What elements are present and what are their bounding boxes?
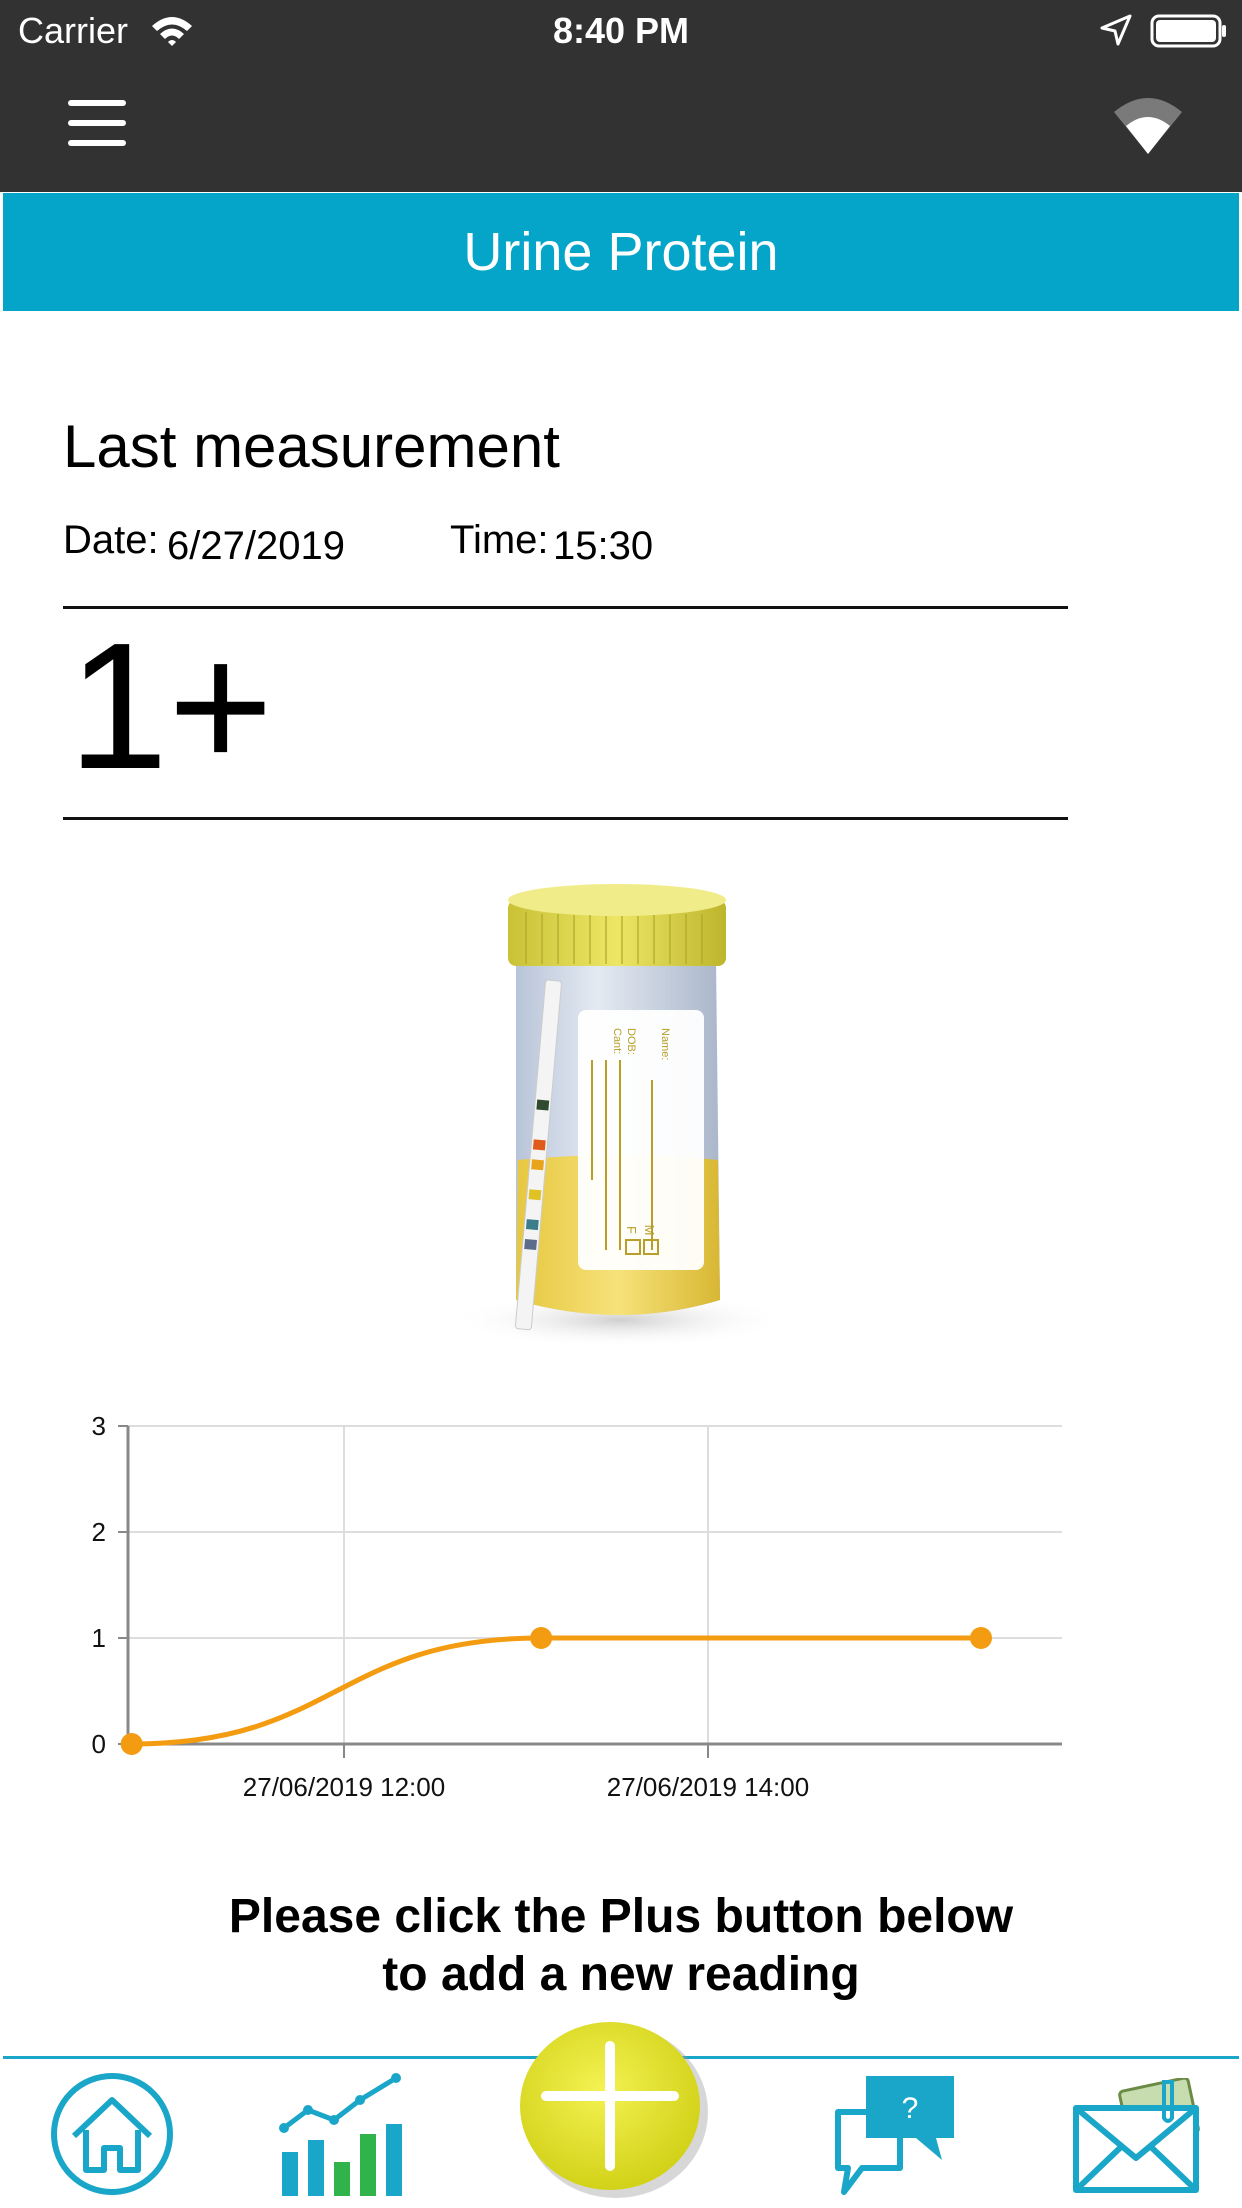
divider-bottom: [63, 817, 1068, 820]
jar-label-f: F: [624, 1226, 639, 1234]
time-value: 15:30: [553, 524, 654, 568]
jar-label-cant: Cant:: [611, 1028, 623, 1054]
jar-label-dob: DOB:: [625, 1028, 637, 1055]
protein-trend-chart: 0 1 2 3 27/06/2019 12:00 27/06/2019 14:00: [92, 1411, 1062, 1802]
home-icon[interactable]: [48, 2070, 176, 2198]
plus-icon[interactable]: [516, 2012, 708, 2204]
series-line: [131, 1635, 981, 1747]
y-tick-label: 0: [92, 1729, 106, 1759]
mail-icon[interactable]: [1072, 2076, 1208, 2194]
x-tick-label: 27/06/2019 12:00: [243, 1772, 445, 1802]
x-tick-label: 27/06/2019 14:00: [607, 1772, 809, 1802]
data-point: [530, 1627, 553, 1649]
time-label: Time:: [450, 518, 549, 562]
y-tick-label: 3: [92, 1411, 106, 1441]
battery-icon: [1150, 14, 1228, 53]
add-reading-prompt: Please click the Plus button below to ad…: [0, 1888, 1242, 2004]
signal-icon[interactable]: [1110, 92, 1186, 161]
date-value: 6/27/2019: [167, 524, 345, 568]
help-chat-icon[interactable]: ?: [830, 2072, 960, 2200]
last-measurement-heading: Last measurement: [63, 413, 560, 480]
hamburger-menu-icon[interactable]: [60, 100, 136, 156]
jar-label-m: M: [642, 1225, 657, 1236]
prompt-line-2: to add a new reading: [382, 1948, 860, 2001]
urine-sample-jar-illustration: Name: DOB: Cant: F M: [430, 860, 810, 1360]
add-reading-button[interactable]: [516, 2012, 708, 2204]
status-time: 8:40 PM: [552, 10, 690, 51]
y-tick-label: 2: [92, 1517, 106, 1547]
jar-label-name: Name:: [659, 1028, 671, 1060]
status-bar: Carrier 8:40 PM: [0, 0, 1242, 62]
data-point: [970, 1627, 992, 1649]
prompt-line-1: Please click the Plus button below: [228, 1890, 1014, 1943]
data-point: [120, 1733, 143, 1755]
date-label: Date:: [63, 518, 159, 562]
location-arrow-icon: [1100, 14, 1132, 51]
nav-bar: [0, 62, 1242, 192]
reading-value: 1+: [68, 606, 274, 807]
y-tick-label: 1: [92, 1623, 106, 1653]
page-title: Urine Protein: [3, 193, 1239, 311]
statistics-icon[interactable]: [278, 2068, 408, 2198]
svg-text:?: ?: [902, 2092, 919, 2125]
